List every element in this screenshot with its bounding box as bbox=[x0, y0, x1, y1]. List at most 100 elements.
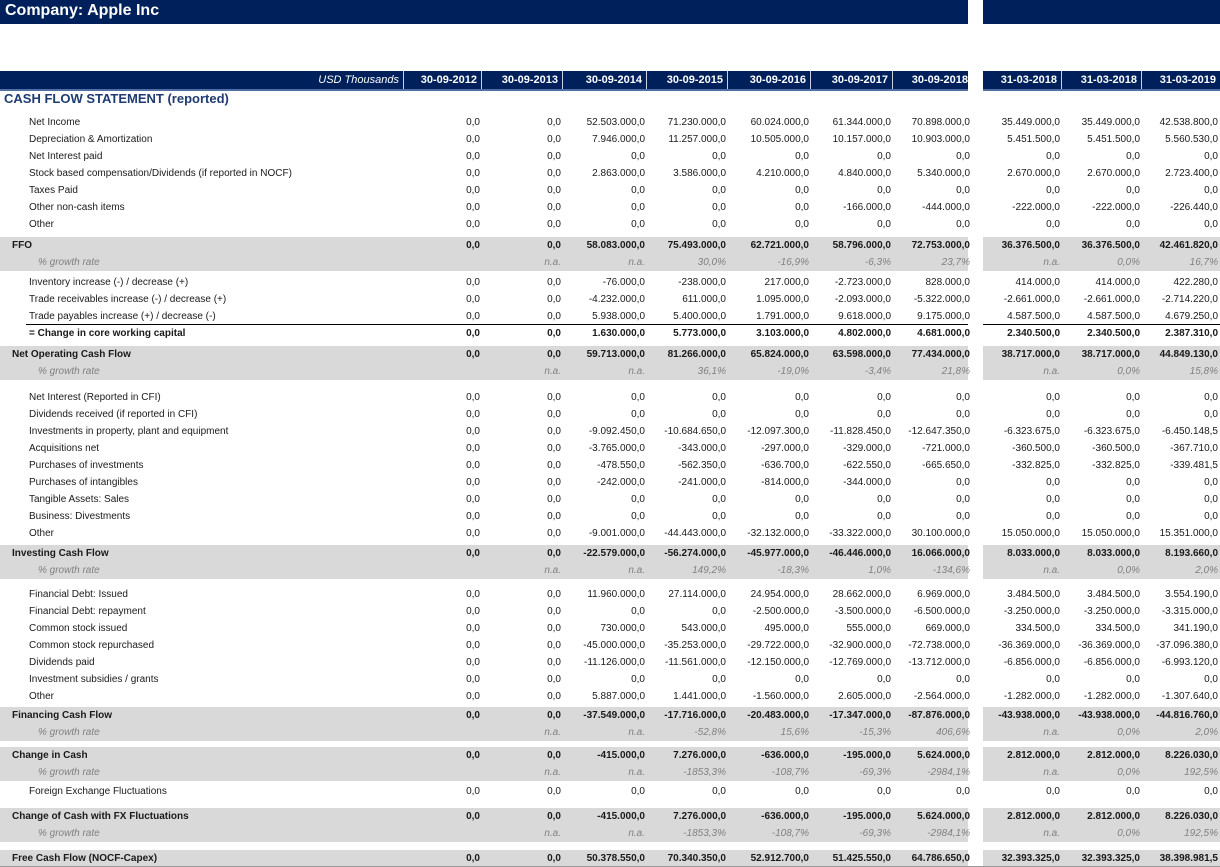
value-cell[interactable]: -195.000,0 bbox=[843, 747, 891, 764]
forecast-value-cell[interactable]: 36.376.500,0 bbox=[1082, 237, 1140, 254]
value-cell[interactable]: -2984,1% bbox=[927, 825, 970, 842]
value-cell[interactable]: -11.126.000,0 bbox=[584, 654, 645, 671]
value-cell[interactable]: 0,0 bbox=[466, 603, 480, 620]
forecast-value-cell[interactable]: 35.449.000,0 bbox=[1002, 114, 1060, 131]
forecast-value-cell[interactable]: -36.369.000,0 bbox=[998, 637, 1060, 654]
value-cell[interactable]: 0,0 bbox=[712, 199, 726, 216]
value-cell[interactable]: -15,3% bbox=[859, 724, 891, 741]
value-cell[interactable]: 1.630.000,0 bbox=[592, 325, 645, 342]
value-cell[interactable]: 0,0 bbox=[547, 165, 561, 182]
forecast-value-cell[interactable]: n.a. bbox=[1043, 254, 1060, 271]
value-cell[interactable]: -52,8% bbox=[694, 724, 726, 741]
value-cell[interactable]: 0,0 bbox=[631, 182, 645, 199]
value-cell[interactable]: 0,0 bbox=[547, 346, 561, 363]
forecast-value-cell[interactable]: 0,0 bbox=[1126, 148, 1140, 165]
value-cell[interactable]: 0,0 bbox=[547, 637, 561, 654]
value-cell[interactable]: -87.876.000,0 bbox=[908, 707, 970, 724]
value-cell[interactable]: 62.721.000,0 bbox=[751, 237, 809, 254]
value-cell[interactable]: 669.000,0 bbox=[926, 620, 971, 637]
value-cell[interactable]: 0,0 bbox=[877, 182, 891, 199]
value-cell[interactable]: 0,0 bbox=[712, 603, 726, 620]
value-cell[interactable]: 0,0 bbox=[877, 783, 891, 800]
value-cell[interactable]: 0,0 bbox=[547, 423, 561, 440]
forecast-value-cell[interactable]: 16,7% bbox=[1190, 254, 1218, 271]
forecast-value-cell[interactable]: n.a. bbox=[1043, 825, 1060, 842]
forecast-value-cell[interactable]: -43.938.000,0 bbox=[998, 707, 1060, 724]
value-cell[interactable]: 0,0 bbox=[712, 406, 726, 423]
forecast-value-cell[interactable]: 0,0 bbox=[1126, 182, 1140, 199]
value-cell[interactable]: -44.443.000,0 bbox=[664, 525, 726, 542]
value-cell[interactable]: 611.000,0 bbox=[682, 291, 726, 308]
forecast-value-cell[interactable]: 3.554.190,0 bbox=[1165, 586, 1218, 603]
value-cell[interactable]: -636.000,0 bbox=[761, 747, 809, 764]
value-cell[interactable]: 555.000,0 bbox=[847, 620, 892, 637]
forecast-value-cell[interactable]: 8.193.660,0 bbox=[1165, 545, 1218, 562]
value-cell[interactable]: 0,0 bbox=[466, 182, 480, 199]
forecast-value-cell[interactable]: -226.440,0 bbox=[1170, 199, 1218, 216]
value-cell[interactable]: -3.765.000,0 bbox=[589, 440, 645, 457]
forecast-value-cell[interactable]: 2,0% bbox=[1195, 724, 1218, 741]
forecast-value-cell[interactable]: 32.393.325,0 bbox=[1002, 850, 1060, 867]
forecast-value-cell[interactable]: 42.538.800,0 bbox=[1160, 114, 1218, 131]
value-cell[interactable]: 0,0 bbox=[547, 114, 561, 131]
value-cell[interactable]: 1.791.000,0 bbox=[756, 308, 809, 325]
value-cell[interactable]: -2.723.000,0 bbox=[835, 274, 891, 291]
forecast-value-cell[interactable]: 0,0 bbox=[1126, 508, 1140, 525]
value-cell[interactable]: 1,0% bbox=[868, 562, 891, 579]
value-cell[interactable]: -45.977.000,0 bbox=[747, 545, 809, 562]
value-cell[interactable]: 0,0 bbox=[956, 406, 970, 423]
value-cell[interactable]: 0,0 bbox=[466, 389, 480, 406]
forecast-value-cell[interactable]: -1.282.000,0 bbox=[1004, 688, 1060, 705]
value-cell[interactable]: 0,0 bbox=[631, 783, 645, 800]
value-cell[interactable]: 24.954.000,0 bbox=[751, 586, 809, 603]
value-cell[interactable]: -9.001.000,0 bbox=[589, 525, 645, 542]
value-cell[interactable]: -12.647.350,0 bbox=[908, 423, 970, 440]
value-cell[interactable]: 0,0 bbox=[712, 508, 726, 525]
value-cell[interactable]: -22.579.000,0 bbox=[583, 545, 645, 562]
value-cell[interactable]: 15,6% bbox=[781, 724, 809, 741]
forecast-value-cell[interactable]: 0,0% bbox=[1117, 764, 1140, 781]
forecast-value-cell[interactable]: -1.307.640,0 bbox=[1162, 688, 1218, 705]
value-cell[interactable]: 828.000,0 bbox=[926, 274, 971, 291]
value-cell[interactable]: 52.912.700,0 bbox=[751, 850, 809, 867]
forecast-value-cell[interactable]: -222.000,0 bbox=[1012, 199, 1060, 216]
forecast-value-cell[interactable]: 15.050.000,0 bbox=[1002, 525, 1060, 542]
value-cell[interactable]: 0,0 bbox=[712, 389, 726, 406]
value-cell[interactable]: 5.773.000,0 bbox=[673, 325, 726, 342]
forecast-value-cell[interactable]: 2.812.000,0 bbox=[1087, 747, 1140, 764]
forecast-value-cell[interactable]: 0,0 bbox=[1204, 671, 1218, 688]
value-cell[interactable]: 5.340.000,0 bbox=[917, 165, 970, 182]
value-cell[interactable]: 7.946.000,0 bbox=[592, 131, 645, 148]
value-cell[interactable]: 0,0 bbox=[547, 291, 561, 308]
value-cell[interactable]: 0,0 bbox=[466, 406, 480, 423]
value-cell[interactable]: n.a. bbox=[628, 562, 645, 579]
forecast-value-cell[interactable]: 0,0 bbox=[1126, 783, 1140, 800]
value-cell[interactable]: 0,0 bbox=[795, 199, 809, 216]
value-cell[interactable]: 0,0 bbox=[877, 491, 891, 508]
forecast-value-cell[interactable]: -367.710,0 bbox=[1170, 440, 1218, 457]
forecast-value-cell[interactable]: 0,0 bbox=[1126, 216, 1140, 233]
forecast-value-cell[interactable]: 0,0 bbox=[1204, 389, 1218, 406]
value-cell[interactable]: -20.483.000,0 bbox=[747, 707, 809, 724]
value-cell[interactable]: 5.938.000,0 bbox=[592, 308, 645, 325]
value-cell[interactable]: 0,0 bbox=[466, 508, 480, 525]
forecast-value-cell[interactable]: 0,0% bbox=[1117, 363, 1140, 380]
value-cell[interactable]: -76.000,0 bbox=[603, 274, 645, 291]
value-cell[interactable]: 0,0 bbox=[712, 671, 726, 688]
value-cell[interactable]: 0,0 bbox=[547, 707, 561, 724]
value-cell[interactable]: 0,0 bbox=[466, 274, 480, 291]
forecast-value-cell[interactable]: 0,0 bbox=[1204, 148, 1218, 165]
value-cell[interactable]: -108,7% bbox=[772, 825, 809, 842]
value-cell[interactable]: -2.500.000,0 bbox=[753, 603, 809, 620]
forecast-value-cell[interactable]: -360.500,0 bbox=[1012, 440, 1060, 457]
forecast-value-cell[interactable]: 2.812.000,0 bbox=[1007, 808, 1060, 825]
value-cell[interactable]: 0,0 bbox=[466, 474, 480, 491]
value-cell[interactable]: -195.000,0 bbox=[843, 808, 891, 825]
value-cell[interactable]: 0,0 bbox=[547, 545, 561, 562]
value-cell[interactable]: n.a. bbox=[628, 363, 645, 380]
value-cell[interactable]: -69,3% bbox=[859, 764, 891, 781]
value-cell[interactable]: -721.000,0 bbox=[922, 440, 970, 457]
value-cell[interactable]: 0,0 bbox=[547, 654, 561, 671]
value-cell[interactable]: 0,0 bbox=[795, 216, 809, 233]
forecast-value-cell[interactable]: 4.587.500,0 bbox=[1087, 308, 1140, 325]
